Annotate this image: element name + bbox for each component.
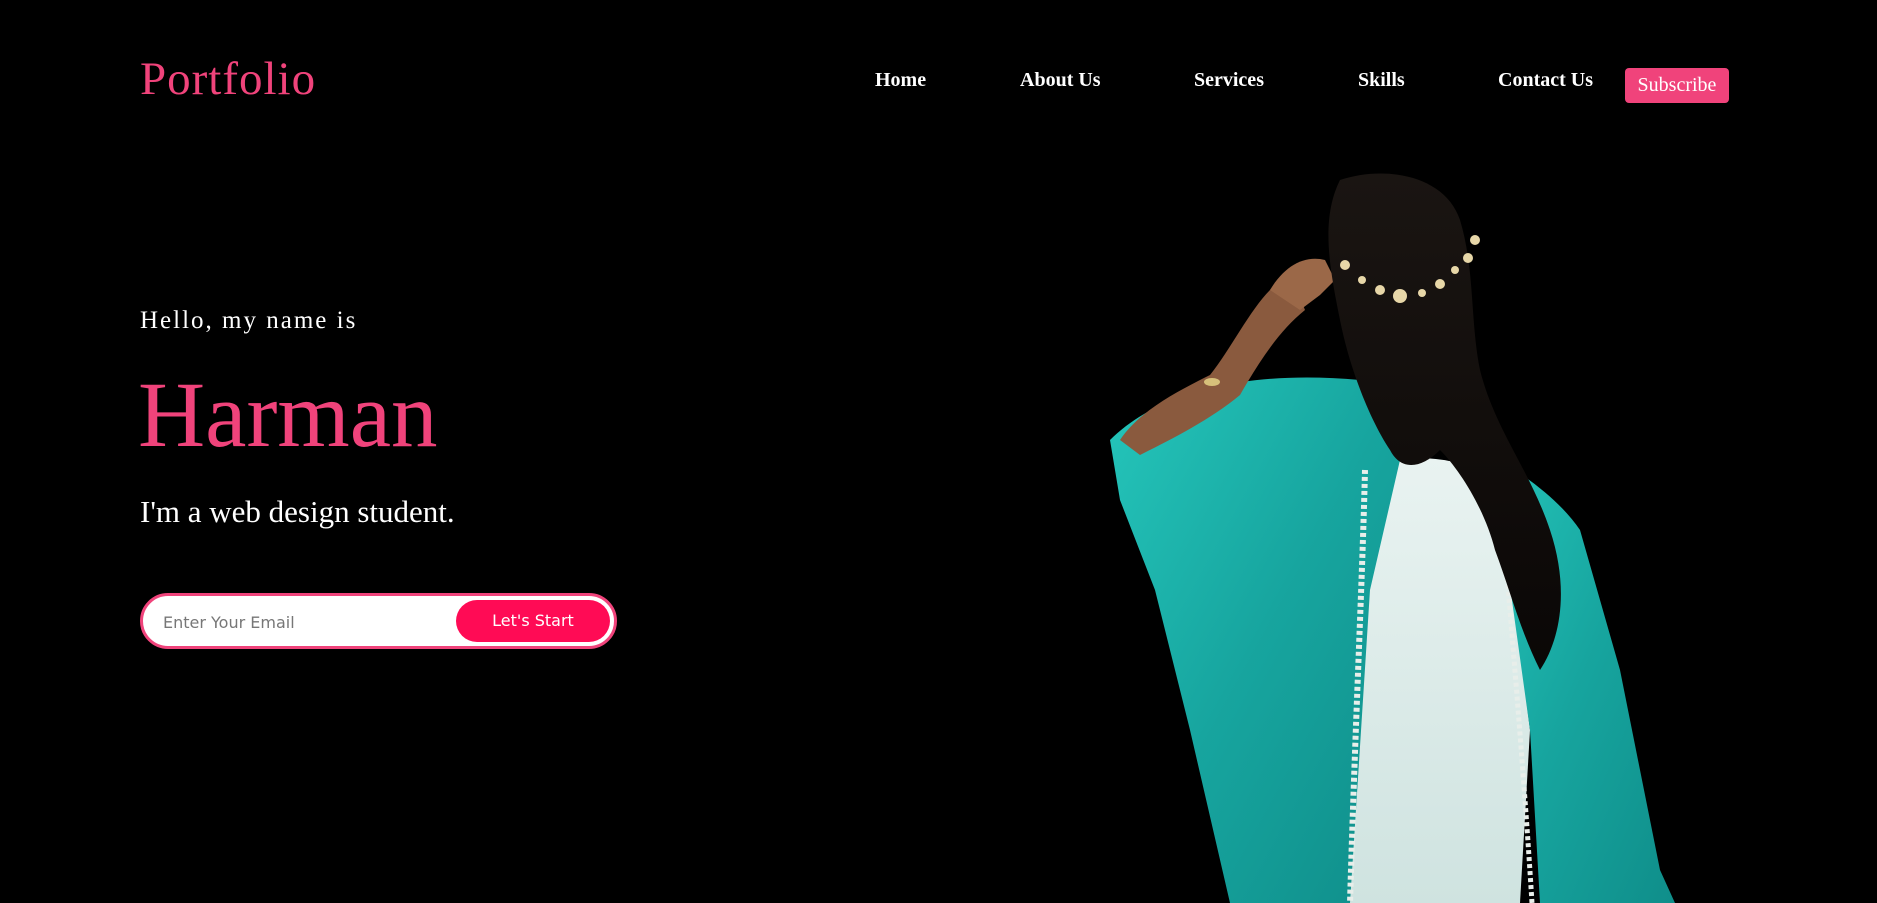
hero-name: Harman <box>138 364 438 467</box>
email-input[interactable] <box>161 596 455 648</box>
subscribe-button[interactable]: Subscribe <box>1625 68 1729 103</box>
hero-greeting: Hello, my name is <box>140 307 358 334</box>
hero-photo <box>1110 173 1675 903</box>
portfolio-page: Portfolio Home About Us Services Skills … <box>0 0 1877 903</box>
nav-services-link[interactable]: Services <box>1194 66 1264 94</box>
nav-about-us-link[interactable]: About Us <box>1020 66 1101 94</box>
email-signup-form: Let's Start <box>140 593 617 649</box>
lets-start-button[interactable]: Let's Start <box>456 600 610 642</box>
hero-tagline: I'm a web design student. <box>140 494 455 529</box>
nav-skills-link[interactable]: Skills <box>1358 66 1405 94</box>
nav-home-link[interactable]: Home <box>875 66 926 94</box>
nav-contact-us-link[interactable]: Contact Us <box>1498 66 1593 94</box>
site-logo[interactable]: Portfolio <box>140 52 316 106</box>
bangle-shape <box>1204 378 1220 386</box>
